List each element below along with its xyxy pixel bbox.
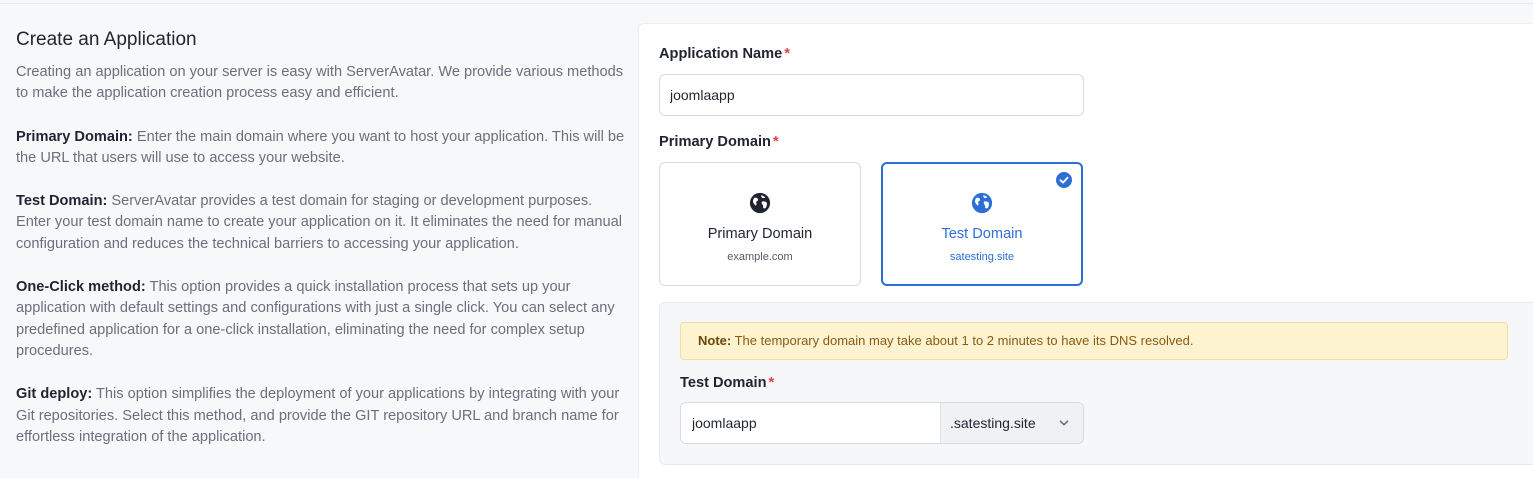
dns-note: Note: The temporary domain may take abou… [680,322,1508,360]
info-term: Primary Domain: [16,128,133,145]
domain-suffix-value: .satesting.site [950,415,1036,431]
domain-option-subtitle: example.com [727,251,793,263]
primary-domain-label: Primary Domain * [659,134,779,150]
domain-option-test[interactable]: Test Domain satesting.site [881,162,1083,286]
globe-icon [971,192,993,214]
test-domain-input[interactable] [681,403,940,443]
app-name-label-text: Application Name [659,46,783,62]
info-term: Git deploy: [16,386,93,403]
info-desc: ServerAvatar provides a test domain for … [16,193,622,252]
info-term: Test Domain: [16,193,108,210]
required-mark: * [784,46,790,62]
info-section-one-click: One-Click method: This option provides a… [16,277,626,362]
note-text: The temporary domain may take about 1 to… [731,333,1194,348]
domain-option-primary[interactable]: Primary Domain example.com [659,162,861,286]
required-mark: * [768,375,775,391]
domain-option-title: Test Domain [941,226,1023,242]
info-column: Create an Application Creating an applic… [16,28,626,448]
info-section-git-deploy: Git deploy: This option simplifies the d… [16,384,626,448]
test-domain-field: .satesting.site [680,402,1084,444]
info-desc: This option simplifies the deployment of… [16,386,620,445]
info-section-primary-domain: Primary Domain: Enter the main domain wh… [16,127,626,170]
info-term: One-Click method: [16,279,146,296]
test-domain-label: Test Domain * [680,375,774,391]
app-name-label: Application Name * [659,46,790,62]
required-mark: * [772,134,779,150]
primary-domain-label-text: Primary Domain [659,134,771,150]
info-section-test-domain: Test Domain: ServerAvatar provides a tes… [16,191,626,255]
page-title: Create an Application [16,29,197,50]
chevron-down-icon [1059,420,1069,426]
domain-option-subtitle: satesting.site [949,251,1015,263]
check-circle-icon [1056,172,1072,188]
note-label: Note: [698,333,732,348]
globe-icon [749,192,771,214]
domain-option-title: Primary Domain [707,226,813,242]
intro-text: Creating an application on your server i… [16,64,624,102]
top-divider [0,3,1533,4]
app-name-input[interactable] [659,74,1084,116]
test-domain-label-text: Test Domain [680,375,767,391]
domain-suffix-select[interactable]: .satesting.site [940,403,1083,443]
